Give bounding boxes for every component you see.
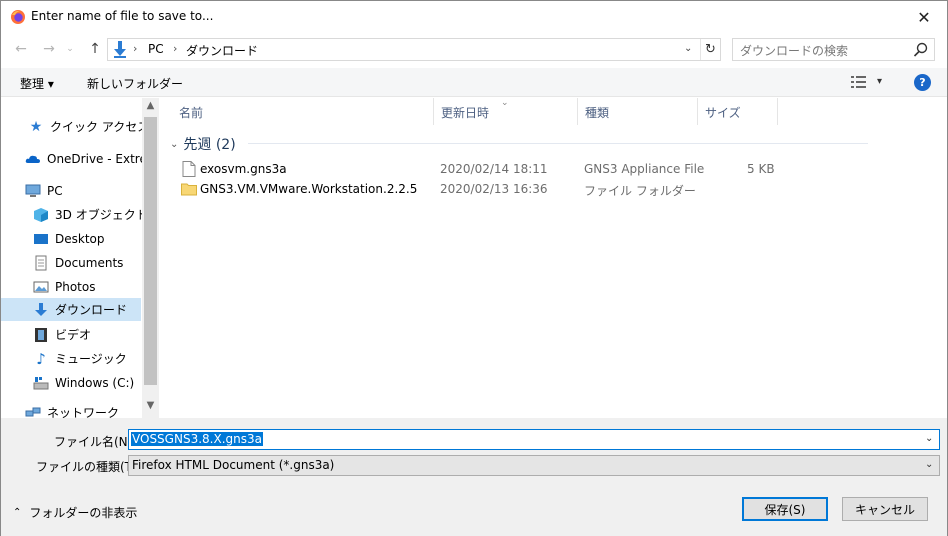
column-header-name[interactable]: 名前	[172, 98, 434, 125]
chevron-down-icon[interactable]: ⌄	[925, 433, 933, 444]
nav-scrollbar[interactable]: ▲ ▼	[142, 98, 159, 418]
save-panel: ファイル名(N): VOSSGNS3.8.X.gns3a ⌄ ファイルの種類(T…	[1, 418, 947, 536]
nav-item-videos[interactable]: ビデオ	[1, 323, 141, 346]
download-icon	[114, 41, 126, 58]
nav-item-downloads[interactable]: ダウンロード	[1, 298, 141, 321]
nav-item-music[interactable]: ♪ ミュージック	[1, 347, 141, 370]
window-title: Enter name of file to save to...	[31, 9, 214, 23]
sort-indicator-icon: ⌄	[501, 98, 509, 108]
file-type: GNS3 Appliance File	[584, 162, 705, 176]
organize-button[interactable]: 整理 ▾	[20, 75, 54, 92]
drive-icon	[33, 376, 49, 389]
column-header-size[interactable]: サイズ	[698, 98, 778, 125]
folder-icon	[181, 183, 197, 196]
navigation-pane: ★ クイック アクセス OneDrive - Extrem PC 3D オブジェ…	[1, 98, 159, 418]
video-icon	[35, 327, 47, 342]
nav-item-onedrive[interactable]: OneDrive - Extrem	[1, 147, 159, 170]
up-button[interactable]: ↑	[85, 39, 105, 59]
search-box[interactable]: ダウンロードの検索	[732, 38, 935, 61]
file-list: 名前 更新日時 ⌄ 種類 サイズ ⌄ 先週 (2) exosvm.gns3a 2…	[160, 98, 947, 418]
chevron-down-icon: ⌄	[66, 44, 74, 54]
chevron-down-icon: ⌄	[170, 138, 179, 150]
chevron-down-icon: ⌄	[925, 459, 934, 470]
scroll-down-icon[interactable]: ▼	[142, 400, 159, 411]
file-name: exosvm.gns3a	[200, 162, 287, 176]
new-folder-button[interactable]: 新しいフォルダー	[87, 75, 183, 92]
close-button[interactable]: ✕	[901, 1, 947, 33]
breadcrumb-downloads[interactable]: ダウンロード	[186, 42, 258, 59]
nav-item-photos[interactable]: Photos	[1, 275, 141, 298]
nav-item-pc[interactable]: PC	[1, 179, 141, 202]
download-icon	[35, 302, 47, 316]
filename-field[interactable]: VOSSGNS3.8.X.gns3a ⌄	[128, 429, 940, 450]
documents-icon	[35, 255, 47, 270]
file-type: ファイル フォルダー	[584, 184, 696, 198]
arrow-up-icon: ↑	[89, 41, 101, 57]
arrow-left-icon: ←	[15, 41, 27, 57]
file-modified: 2020/02/13 16:36	[440, 182, 548, 196]
cancel-button[interactable]: キャンセル	[842, 497, 928, 521]
back-button[interactable]: ←	[11, 39, 31, 59]
file-row[interactable]: GNS3.VM.VMware.Workstation.2.2.5 2020/02…	[160, 179, 947, 199]
command-bar: 整理 ▾ 新しいフォルダー ▾ ?	[1, 68, 947, 97]
filetype-label: ファイルの種類(T):	[36, 460, 141, 474]
nav-item-3d-objects[interactable]: 3D オブジェクト	[1, 203, 148, 226]
nav-item-windows-c[interactable]: Windows (C:)	[1, 371, 141, 394]
arrow-right-icon: →	[43, 41, 55, 57]
title-bar: Enter name of file to save to... ✕	[1, 1, 947, 33]
filetype-value: Firefox HTML Document (*.gns3a)	[132, 458, 335, 472]
column-header-type[interactable]: 種類	[578, 98, 698, 125]
save-button[interactable]: 保存(S)	[742, 497, 828, 521]
nav-item-documents[interactable]: Documents	[1, 251, 141, 274]
breadcrumb-separator-icon: ›	[173, 42, 178, 55]
forward-button[interactable]: →	[39, 39, 59, 59]
cube-icon	[34, 207, 48, 222]
file-row[interactable]: exosvm.gns3a 2020/02/14 18:11 GNS3 Appli…	[160, 159, 947, 179]
network-icon	[25, 407, 41, 416]
nav-item-quick-access[interactable]: ★ クイック アクセス	[1, 115, 150, 138]
file-modified: 2020/02/14 18:11	[440, 162, 548, 176]
recent-locations-button[interactable]: ⌄	[63, 39, 77, 59]
filetype-select[interactable]: Firefox HTML Document (*.gns3a) ⌄	[128, 455, 940, 476]
refresh-button[interactable]: ↻	[700, 39, 720, 60]
group-header-last-week[interactable]: ⌄ 先週 (2)	[170, 134, 236, 154]
music-icon: ♪	[36, 349, 46, 368]
group-divider	[248, 143, 868, 144]
star-icon: ★	[29, 118, 43, 135]
view-options-icon[interactable]	[851, 75, 867, 89]
file-icon	[182, 161, 196, 177]
breadcrumb-pc[interactable]: PC	[148, 42, 164, 56]
scroll-up-icon[interactable]: ▲	[142, 100, 159, 111]
help-button[interactable]: ?	[914, 74, 931, 91]
close-icon: ✕	[917, 7, 931, 27]
refresh-icon: ↻	[705, 42, 716, 57]
photos-icon	[33, 281, 49, 292]
scrollbar-thumb[interactable]	[144, 117, 157, 385]
desktop-icon	[34, 233, 48, 244]
filename-label: ファイル名(N):	[54, 435, 137, 449]
file-size: 5 KB	[747, 162, 775, 176]
search-icon	[913, 42, 928, 57]
hide-folders-button[interactable]: ⌃ フォルダーの非表示	[13, 504, 137, 521]
search-input[interactable]: ダウンロードの検索	[740, 42, 848, 59]
save-dialog: Enter name of file to save to... ✕ ← → ⌄…	[0, 0, 948, 536]
filename-input[interactable]: VOSSGNS3.8.X.gns3a	[131, 432, 263, 446]
address-bar[interactable]: › PC › ダウンロード ⌄ ↻	[107, 38, 721, 61]
breadcrumb-separator-icon: ›	[133, 42, 138, 55]
chevron-up-icon: ⌃	[13, 507, 22, 518]
cloud-icon	[25, 155, 40, 163]
nav-item-network[interactable]: ネットワーク	[1, 401, 141, 418]
firefox-icon	[11, 10, 25, 24]
nav-item-desktop[interactable]: Desktop	[1, 227, 141, 250]
pc-icon	[25, 184, 41, 197]
address-dropdown-icon[interactable]: ⌄	[684, 43, 692, 54]
view-dropdown-icon[interactable]: ▾	[877, 76, 882, 87]
file-name: GNS3.VM.VMware.Workstation.2.2.5	[200, 182, 418, 196]
